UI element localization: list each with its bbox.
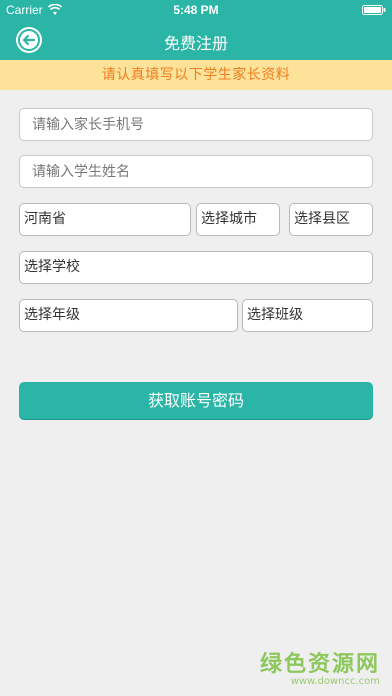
page-title: 免费注册 bbox=[163, 34, 228, 53]
nav-bar: 免费注册 bbox=[0, 20, 392, 60]
city-select[interactable]: 选择城市 bbox=[196, 203, 280, 236]
battery-icon bbox=[362, 5, 386, 15]
status-time: 5:48 PM bbox=[173, 3, 219, 17]
county-select[interactable]: 选择县区 bbox=[289, 203, 373, 236]
watermark: 绿色资源网 www.downcc.com bbox=[260, 646, 380, 687]
notice-banner: 请认真填写以下学生家长资料 bbox=[0, 60, 392, 90]
grade-select[interactable]: 选择年级 bbox=[19, 299, 238, 332]
class-select[interactable]: 选择班级 bbox=[242, 299, 373, 332]
parent-phone-input[interactable] bbox=[19, 108, 373, 141]
school-select[interactable]: 选择学校 bbox=[19, 251, 373, 284]
watermark-url: www.downcc.com bbox=[290, 676, 380, 687]
get-account-button[interactable]: 获取账号密码 bbox=[19, 382, 373, 419]
province-select[interactable]: 河南省 bbox=[19, 203, 191, 236]
student-name-input[interactable] bbox=[19, 155, 373, 188]
watermark-brand: 绿色资源网 bbox=[259, 652, 380, 677]
status-bar: Carrier 5:48 PM bbox=[0, 0, 392, 20]
